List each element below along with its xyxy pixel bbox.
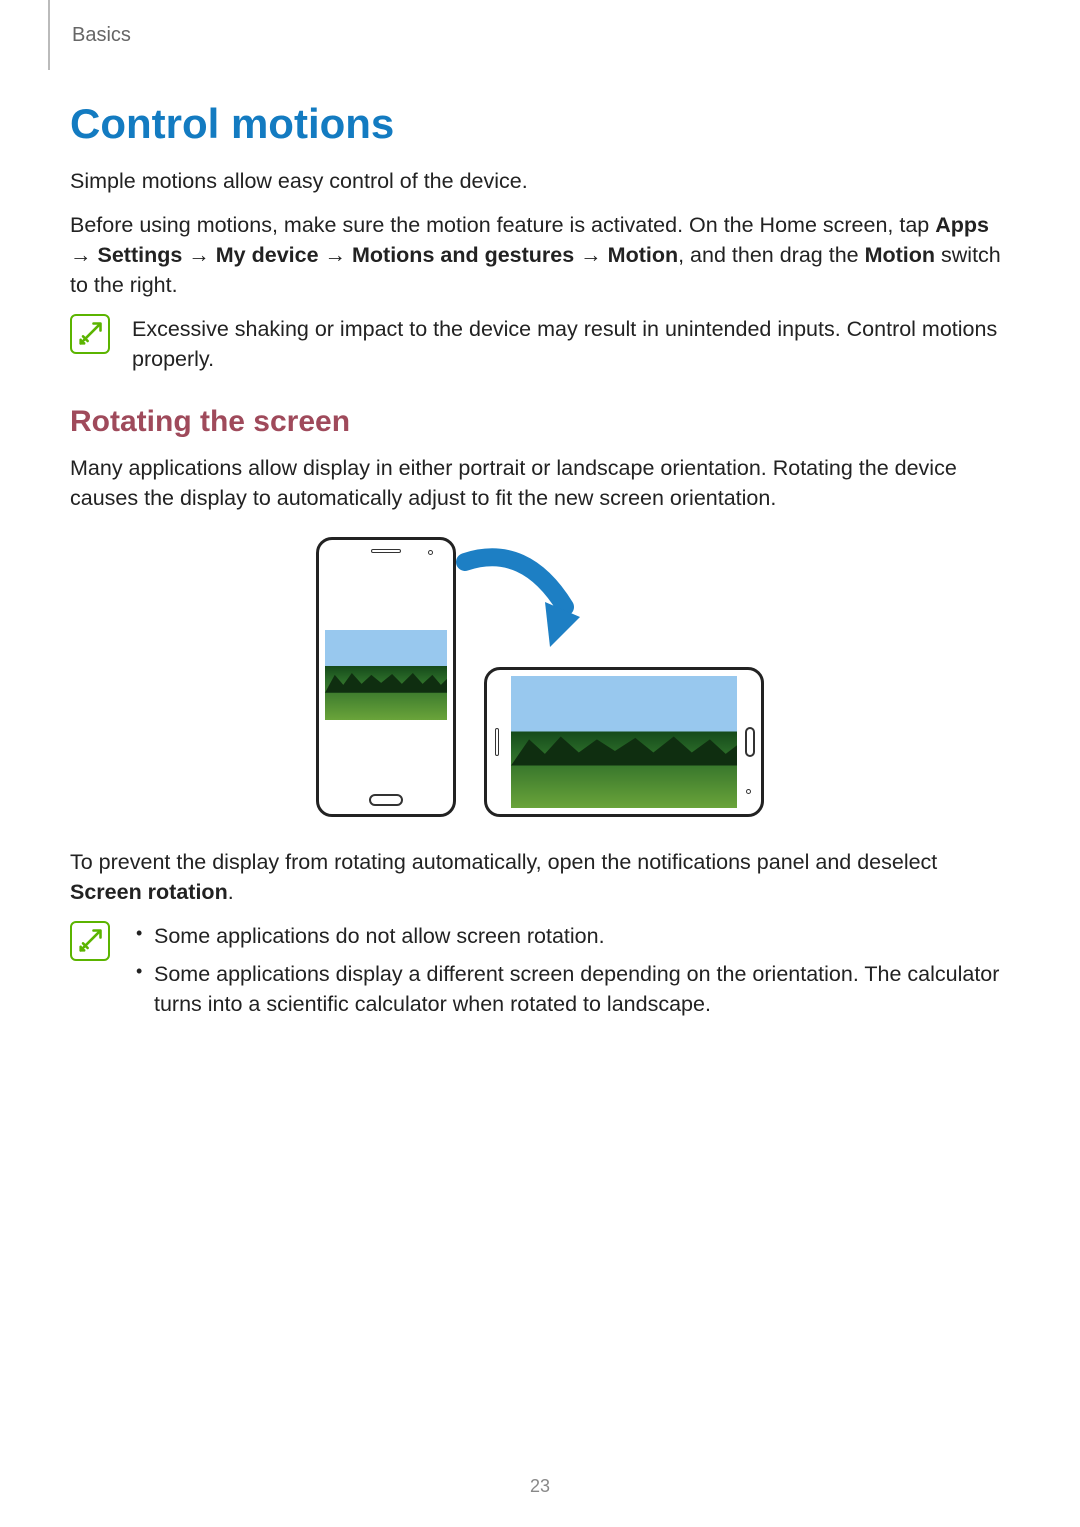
heading-control-motions: Control motions <box>70 100 1010 148</box>
page-number: 23 <box>0 1476 1080 1497</box>
note-rotation-exceptions: Some applications do not allow screen ro… <box>70 921 1010 1027</box>
phone-portrait-illustration <box>316 537 456 817</box>
note-icon <box>70 314 110 354</box>
heading-rotating-screen: Rotating the screen <box>70 405 1010 439</box>
note-bullet-1: Some applications do not allow screen ro… <box>132 921 1010 951</box>
rotating-description: Many applications allow display in eithe… <box>70 453 1010 513</box>
rotate-arrow-icon <box>450 547 580 657</box>
rotation-figure <box>70 537 1010 817</box>
prevent-rotation-text: To prevent the display from rotating aut… <box>70 847 1010 907</box>
note-bullet-2: Some applications display a different sc… <box>132 959 1010 1019</box>
note-icon <box>70 921 110 961</box>
note-list: Some applications do not allow screen ro… <box>132 921 1010 1027</box>
page-header: Basics <box>48 0 131 70</box>
activation-instructions: Before using motions, make sure the moti… <box>70 210 1010 300</box>
section-name: Basics <box>72 24 131 47</box>
note-text: Excessive shaking or impact to the devic… <box>132 314 1010 374</box>
intro-text: Simple motions allow easy control of the… <box>70 166 1010 196</box>
phone-landscape-illustration <box>484 667 764 817</box>
note-excessive-shaking: Excessive shaking or impact to the devic… <box>70 314 1010 374</box>
content: Control motions Simple motions allow eas… <box>70 0 1010 1027</box>
page: Basics Control motions Simple motions al… <box>0 0 1080 1527</box>
